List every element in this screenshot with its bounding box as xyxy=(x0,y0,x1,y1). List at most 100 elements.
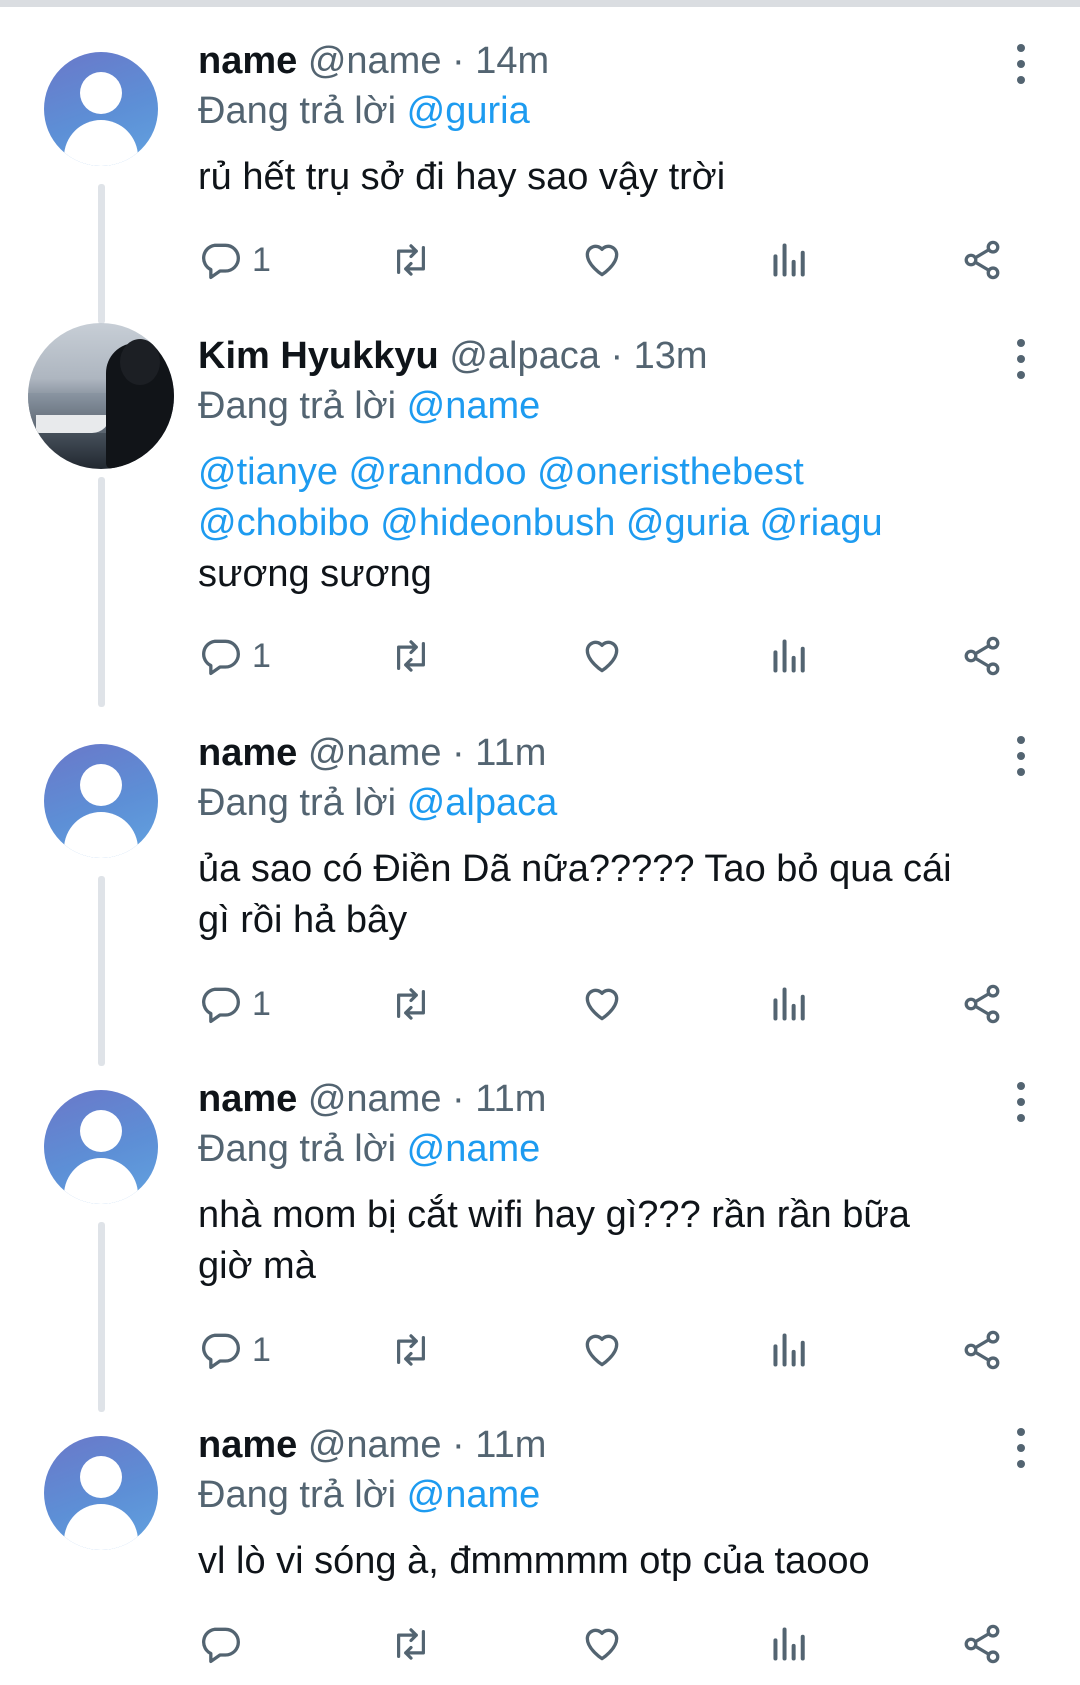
reply-button[interactable] xyxy=(198,1616,252,1672)
replying-mention[interactable]: @guria xyxy=(407,90,530,132)
retweet-icon xyxy=(397,1628,425,1660)
tweet-header: name @name · 11m xyxy=(198,1422,546,1468)
like-icon xyxy=(585,988,619,1021)
replying-to: Đang trả lời @alpaca xyxy=(198,780,557,826)
display-name[interactable]: Kim Hyukkyu xyxy=(198,335,439,377)
tweet-header: name @name · 11m xyxy=(198,730,546,776)
replying-prefix: Đang trả lời xyxy=(198,90,397,132)
user-handle[interactable]: @name xyxy=(308,1078,442,1120)
action-bar: 1 xyxy=(198,232,1028,288)
display-name[interactable]: name xyxy=(198,1078,297,1120)
photo-boat xyxy=(36,415,110,433)
tweet-header: Kim Hyukkyu @alpaca · 13m xyxy=(198,333,708,379)
user-handle[interactable]: @alpaca xyxy=(449,335,600,377)
text-line: rủ hết trụ sở đi hay sao vậy trời xyxy=(198,156,726,198)
more-icon[interactable] xyxy=(1010,1428,1032,1468)
action-bar: 1 xyxy=(198,628,1028,684)
views-button[interactable] xyxy=(770,1616,810,1672)
share-button[interactable] xyxy=(960,1616,1004,1672)
more-icon[interactable] xyxy=(1010,44,1032,84)
display-name[interactable]: name xyxy=(198,1424,297,1466)
like-icon xyxy=(585,1334,619,1367)
timestamp[interactable]: 14m xyxy=(475,40,549,82)
avatar[interactable] xyxy=(44,52,158,166)
share-icon xyxy=(964,984,1000,1024)
timestamp[interactable]: 11m xyxy=(475,1078,546,1120)
timestamp[interactable]: 13m xyxy=(634,335,708,377)
separator-dot: · xyxy=(610,335,624,377)
tweet-text: @tianye @ranndoo @oneristhebest @chobibo… xyxy=(198,447,1028,600)
reply-icon xyxy=(202,987,240,1024)
replying-mention[interactable]: @name xyxy=(407,1128,541,1170)
more-icon[interactable] xyxy=(1010,339,1032,379)
text-line: gì rồi hả bây xyxy=(198,899,408,941)
share-button[interactable] xyxy=(960,1322,1004,1378)
mention-list[interactable]: @chobibo @hideonbush @guria @riagu xyxy=(198,498,1028,549)
share-button[interactable] xyxy=(960,232,1004,288)
replying-mention[interactable]: @alpaca xyxy=(407,782,558,824)
like-icon xyxy=(585,1628,619,1661)
retweet-button[interactable] xyxy=(388,628,434,684)
replying-mention[interactable]: @name xyxy=(407,385,541,427)
tweet-text: rủ hết trụ sở đi hay sao vậy trời xyxy=(198,152,1028,203)
retweet-button[interactable] xyxy=(388,976,434,1032)
views-icon xyxy=(773,987,805,1021)
like-icon xyxy=(585,640,619,673)
like-button[interactable] xyxy=(580,1322,624,1378)
more-icon[interactable] xyxy=(1010,1082,1032,1122)
replying-to: Đang trả lời @name xyxy=(198,1126,540,1172)
reply-icon xyxy=(202,639,240,676)
retweet-button[interactable] xyxy=(388,232,434,288)
share-icon xyxy=(964,1624,1000,1664)
tweet[interactable]: Kim Hyukkyu @alpaca · 13m Đang trả lời @… xyxy=(0,295,1080,715)
retweet-button[interactable] xyxy=(388,1322,434,1378)
tweet[interactable]: name @name · 11m Đang trả lời @alpaca ủa… xyxy=(0,692,1080,1066)
reply-button[interactable]: 1 xyxy=(198,976,271,1032)
avatar[interactable] xyxy=(44,744,158,858)
action-bar xyxy=(198,1616,1028,1672)
avatar[interactable] xyxy=(44,1090,158,1204)
text-line: ủa sao có Điền Dã nữa????? Tao bỏ qua cá… xyxy=(198,848,952,890)
reply-count: 1 xyxy=(252,636,271,675)
display-name[interactable]: name xyxy=(198,40,297,82)
reply-button[interactable]: 1 xyxy=(198,628,271,684)
user-handle[interactable]: @name xyxy=(308,40,442,82)
replying-to: Đang trả lời @name xyxy=(198,383,540,429)
views-button[interactable] xyxy=(770,1322,810,1378)
photo-head xyxy=(120,339,160,385)
reply-button[interactable]: 1 xyxy=(198,232,271,288)
user-handle[interactable]: @name xyxy=(308,1424,442,1466)
share-icon xyxy=(964,1330,1000,1370)
views-button[interactable] xyxy=(770,628,810,684)
like-button[interactable] xyxy=(580,976,624,1032)
timestamp[interactable]: 11m xyxy=(475,1424,546,1466)
reply-button[interactable]: 1 xyxy=(198,1322,271,1378)
avatar[interactable] xyxy=(28,323,174,469)
tweet[interactable]: name @name · 11m Đang trả lời @name nhà … xyxy=(0,1038,1080,1412)
like-icon xyxy=(585,244,619,277)
retweet-button[interactable] xyxy=(388,1616,434,1672)
user-handle[interactable]: @name xyxy=(308,732,442,774)
tweet[interactable]: name @name · 14m Đang trả lời @guria rủ … xyxy=(0,0,1080,324)
avatar[interactable] xyxy=(44,1436,158,1550)
like-button[interactable] xyxy=(580,232,624,288)
mention-list[interactable]: @tianye @ranndoo @oneristhebest xyxy=(198,447,1028,498)
retweet-icon xyxy=(397,244,425,276)
tweet-header: name @name · 11m xyxy=(198,1076,546,1122)
like-button[interactable] xyxy=(580,628,624,684)
views-button[interactable] xyxy=(770,976,810,1032)
tweet[interactable]: name @name · 11m Đang trả lời @name vl l… xyxy=(0,1384,1080,1685)
share-button[interactable] xyxy=(960,628,1004,684)
replying-prefix: Đang trả lời xyxy=(198,782,397,824)
timestamp[interactable]: 11m xyxy=(475,732,546,774)
more-icon[interactable] xyxy=(1010,736,1032,776)
display-name[interactable]: name xyxy=(198,732,297,774)
views-button[interactable] xyxy=(770,232,810,288)
replying-prefix: Đang trả lời xyxy=(198,1474,397,1516)
replying-mention[interactable]: @name xyxy=(407,1474,541,1516)
share-button[interactable] xyxy=(960,976,1004,1032)
action-bar: 1 xyxy=(198,1322,1028,1378)
share-icon xyxy=(964,240,1000,280)
like-button[interactable] xyxy=(580,1616,624,1672)
reply-icon xyxy=(202,1333,240,1370)
